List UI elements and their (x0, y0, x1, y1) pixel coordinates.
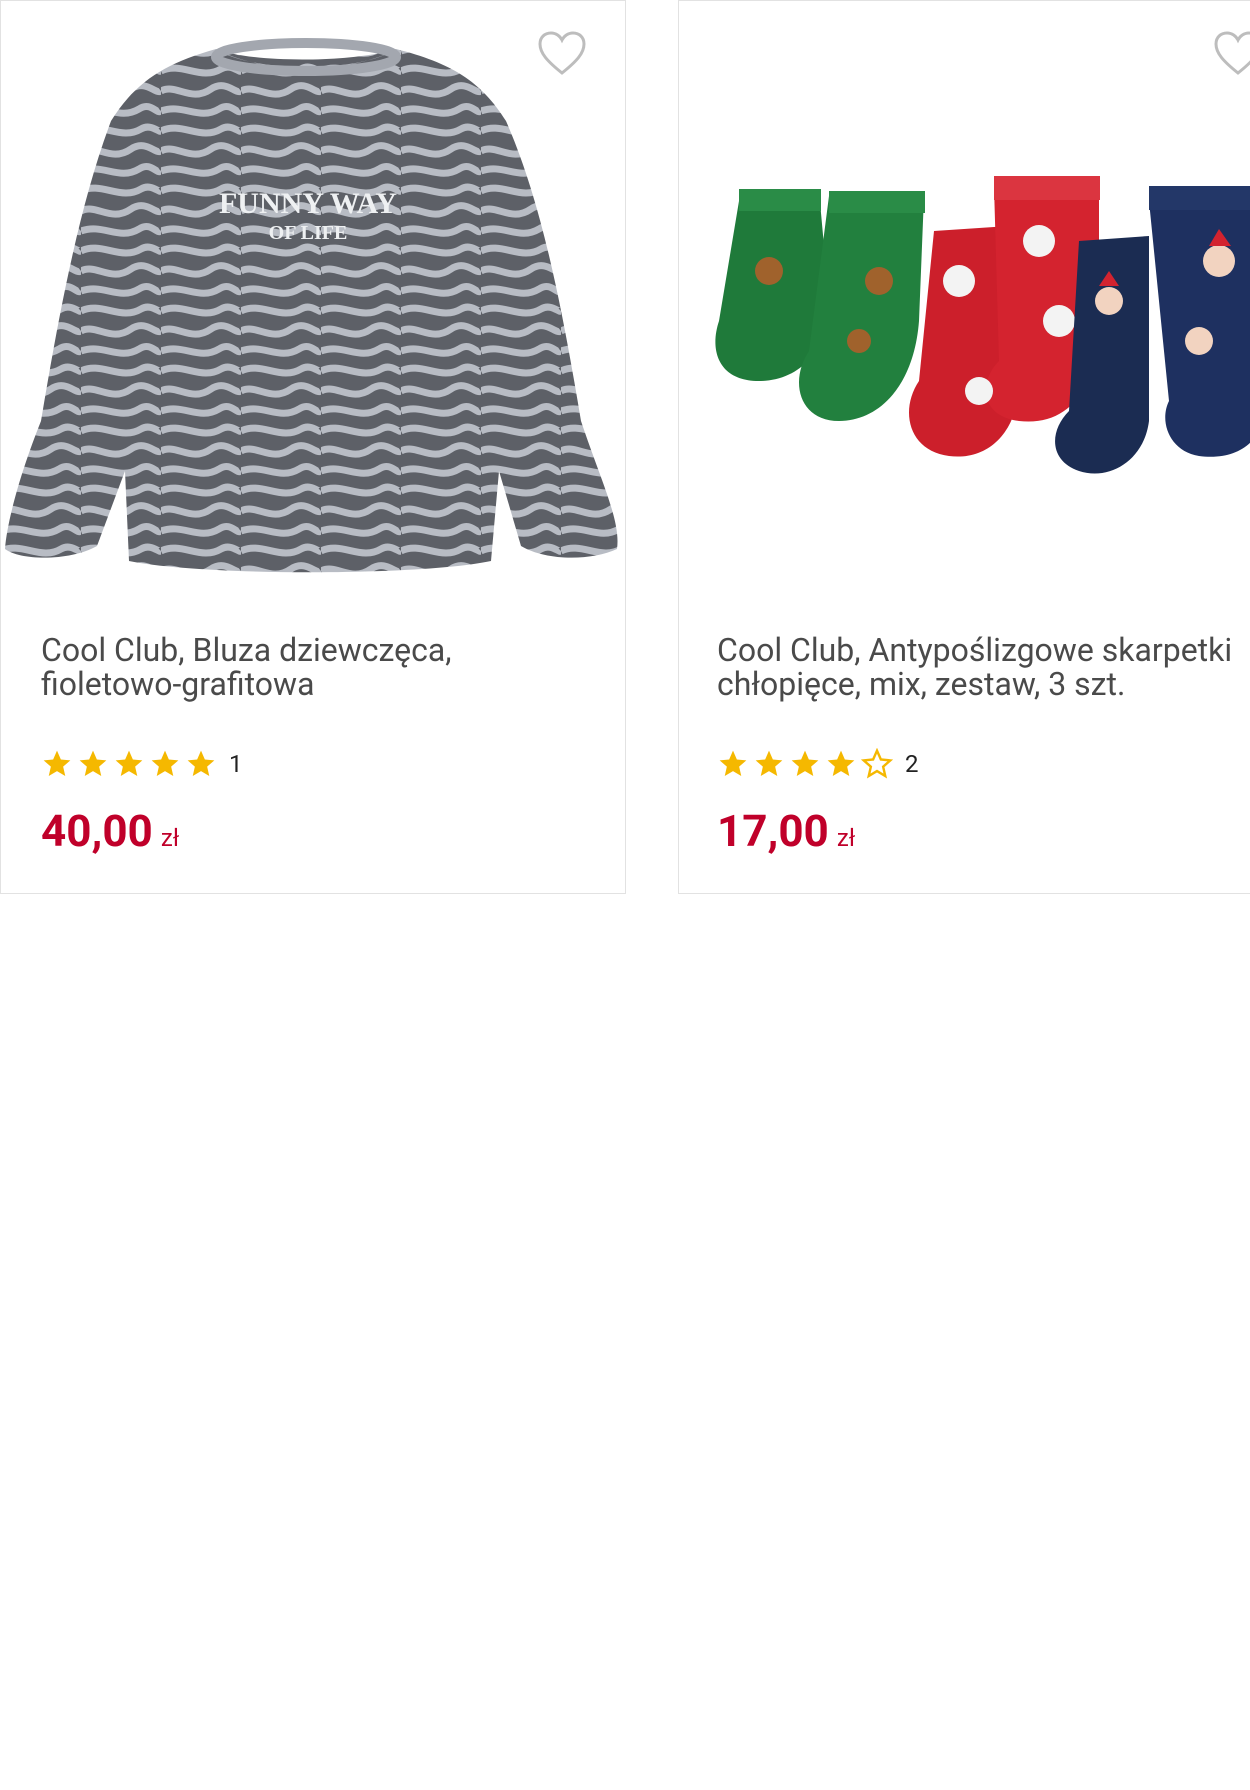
price-value: 17,00 (717, 805, 829, 857)
product-title[interactable]: Cool Club, Bluza dziewczęca, fioletowo-g… (41, 633, 581, 701)
product-title[interactable]: Cool Club, Antypoślizgowe skarpetki chło… (717, 633, 1250, 701)
star-filled-icon (115, 750, 143, 776)
star-filled-icon (79, 750, 107, 776)
product-rating: 2 (717, 747, 919, 781)
star-filled-icon (719, 750, 747, 776)
star-filled-icon (151, 750, 179, 776)
rating-count: 1 (229, 750, 243, 778)
wishlist-heart-icon[interactable] (537, 31, 587, 77)
star-empty-icon (861, 748, 893, 779)
price-value: 40,00 (41, 805, 153, 857)
price-currency: zł (836, 824, 856, 852)
product-card[interactable]: Cool Club, Antypoślizgowe skarpetki chło… (678, 0, 1250, 894)
socks-image (715, 176, 1250, 474)
wishlist-heart-icon[interactable] (1213, 31, 1250, 77)
rating-count: 2 (905, 750, 919, 778)
star-filled-icon (43, 750, 71, 776)
sweatshirt-image: FUNNY WAY OF LIFE (5, 38, 618, 573)
star-filled-icon (187, 750, 215, 776)
price-currency: zł (160, 824, 180, 852)
star-filled-icon (755, 750, 783, 776)
product-image[interactable]: FUNNY WAY OF LIFE (1, 1, 625, 611)
star-filled-icon (827, 750, 855, 776)
product-card[interactable]: FUNNY WAY OF LIFE Cool Club, Bluza dziew… (0, 0, 626, 894)
product-image[interactable] (679, 1, 1250, 611)
sweatshirt-print-line1: FUNNY WAY (219, 187, 397, 220)
product-rating: 1 (41, 747, 243, 781)
product-price: 40,00 zł (41, 801, 179, 868)
star-filled-icon (791, 750, 819, 776)
sweatshirt-print-line2: OF LIFE (269, 222, 348, 244)
product-price: 17,00 zł (717, 801, 855, 868)
product-grid: FUNNY WAY OF LIFE Cool Club, Bluza dziew… (0, 0, 1250, 1790)
